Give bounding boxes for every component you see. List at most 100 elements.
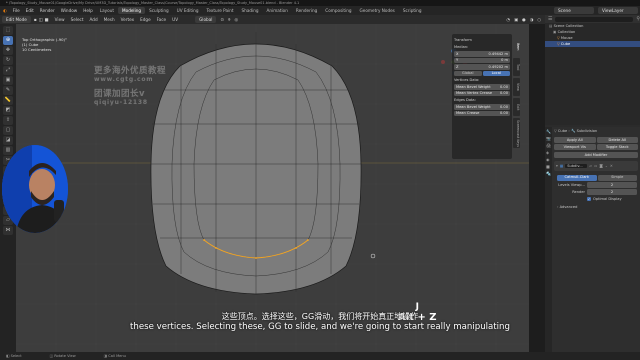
- shading-material-icon[interactable]: ◑: [528, 17, 536, 22]
- mode-selector[interactable]: Edit Mode: [2, 16, 31, 23]
- menu-add[interactable]: Add: [87, 17, 101, 22]
- 3d-viewport[interactable]: Top Orthographic (-90)° (1) Cube 10 Cent…: [16, 24, 529, 352]
- measure-tool-icon[interactable]: 📏: [3, 96, 13, 105]
- render-levels-field[interactable]: 2: [587, 189, 637, 195]
- tab-uv-editing[interactable]: UV Editing: [173, 7, 203, 14]
- collapse-arrow-icon[interactable]: ▾: [556, 164, 558, 168]
- loop-cut-tool-icon[interactable]: ▥: [3, 146, 13, 155]
- menu-uv[interactable]: UV: [169, 17, 181, 22]
- extrude-tool-icon[interactable]: ⇧: [3, 116, 13, 125]
- tab-edit[interactable]: Edit: [513, 98, 520, 116]
- tab-modeling[interactable]: Modeling: [118, 7, 146, 14]
- rip-region-tool-icon[interactable]: ⋈: [3, 226, 13, 235]
- inset-tool-icon[interactable]: ▢: [3, 126, 13, 135]
- scene-tab-icon[interactable]: ◈: [546, 150, 551, 155]
- optimal-display-checkbox[interactable]: ✓: [587, 197, 591, 201]
- tab-animation[interactable]: Animation: [263, 7, 292, 14]
- catmull-clark-button[interactable]: Catmull-Clark: [557, 175, 597, 181]
- transform-header[interactable]: Transform: [454, 38, 510, 43]
- rotate-tool-icon[interactable]: ↻: [3, 56, 13, 65]
- presenter-webcam: [2, 145, 68, 233]
- dropdown-icon[interactable]: ⌄: [605, 164, 608, 168]
- shading-rendered-icon[interactable]: ○: [535, 17, 545, 22]
- scene-selector[interactable]: Scene: [554, 7, 594, 14]
- median-x-field[interactable]: X 0.49442 m: [454, 51, 510, 57]
- render-toggle-icon[interactable]: ◙: [599, 164, 603, 168]
- tab-sculpting[interactable]: Sculpting: [145, 7, 173, 14]
- menu-render[interactable]: Render: [37, 8, 58, 13]
- cursor-tool-icon[interactable]: ⊕: [3, 36, 13, 45]
- render-tab-icon[interactable]: 📷: [546, 136, 551, 141]
- outliner-display-icon[interactable]: ☰: [548, 16, 552, 22]
- menu-help[interactable]: Help: [80, 8, 96, 13]
- close-icon[interactable]: ✕: [610, 164, 613, 168]
- xray-icon[interactable]: ▣: [512, 17, 520, 22]
- tab-rendering[interactable]: Rendering: [292, 7, 321, 14]
- modifier-name-field[interactable]: Subdiv...: [565, 164, 588, 168]
- menu-vertex[interactable]: Vertex: [118, 17, 137, 22]
- tab-view[interactable]: View: [513, 78, 520, 96]
- annotate-tool-icon[interactable]: ✎: [3, 86, 13, 95]
- menu-file[interactable]: File: [10, 8, 23, 13]
- tab-compositing[interactable]: Compositing: [321, 7, 355, 14]
- scale-tool-icon[interactable]: ⤢: [3, 66, 13, 75]
- add-modifier-button[interactable]: Add Modifier: [554, 152, 638, 158]
- simple-button[interactable]: Simple: [597, 175, 637, 181]
- viewlayer-selector[interactable]: ViewLayer: [598, 7, 638, 14]
- tab-geometry-nodes[interactable]: Geometry Nodes: [356, 7, 399, 14]
- filter-icon[interactable]: ⚲: [636, 16, 640, 22]
- mean-bevel-weight-edge[interactable]: Mean Bevel Weight 0.00: [454, 104, 510, 110]
- tab-screencast-keys[interactable]: Screencast Keys: [513, 118, 520, 148]
- menu-edit[interactable]: Edit: [23, 8, 37, 13]
- overlay-icon[interactable]: ◔: [504, 17, 512, 22]
- menu-window[interactable]: Window: [58, 8, 81, 13]
- move-tool-icon[interactable]: ✥: [3, 46, 13, 55]
- viewport-vis-button[interactable]: Viewport Vis: [554, 144, 596, 150]
- tab-item[interactable]: Item: [513, 38, 520, 56]
- mesh-object[interactable]: [150, 32, 362, 295]
- apply-all-button[interactable]: Apply All: [554, 137, 596, 143]
- shading-solid-icon[interactable]: ●: [520, 17, 528, 22]
- menu-view[interactable]: View: [52, 17, 68, 22]
- blender-logo-icon[interactable]: ◐: [0, 8, 10, 13]
- transform-tool-icon[interactable]: ▣: [3, 76, 13, 85]
- local-button[interactable]: Local: [482, 70, 510, 76]
- viewport-toggle-icon[interactable]: ▭: [594, 164, 597, 168]
- median-y-field[interactable]: Y0 m: [454, 57, 510, 63]
- world-tab-icon[interactable]: ◉: [546, 157, 551, 162]
- add-cube-tool-icon[interactable]: ◩: [3, 106, 13, 115]
- tool-tab-icon[interactable]: 🔧: [546, 129, 551, 134]
- transform-orientation-selector[interactable]: Global: [195, 16, 217, 23]
- outliner-search-input[interactable]: [555, 16, 634, 22]
- delete-all-button[interactable]: Delete All: [596, 137, 638, 143]
- menu-face[interactable]: Face: [154, 17, 169, 22]
- mean-crease[interactable]: Mean Crease 0.00: [454, 110, 510, 116]
- tab-shading[interactable]: Shading: [238, 7, 263, 14]
- mean-bevel-weight-vert[interactable]: Mean Bevel Weight 0.00: [454, 84, 510, 90]
- watermark: 更多海外优质教程 www.cgtg.com 团课加团长v qiqiyu-1213…: [94, 64, 166, 106]
- toggle-stack-button[interactable]: Toggle Stack: [596, 144, 638, 150]
- tab-tool[interactable]: Tool: [513, 58, 520, 76]
- median-label: Median:: [454, 45, 469, 49]
- menu-select[interactable]: Select: [68, 17, 87, 22]
- mean-vertex-crease[interactable]: Mean Vertex Crease 0.00: [454, 90, 510, 96]
- median-z-field[interactable]: Z 0.49202 m: [454, 64, 510, 70]
- global-button[interactable]: Global: [454, 70, 482, 76]
- tab-texture-paint[interactable]: Texture Paint: [203, 7, 238, 14]
- proportional-edit-icon[interactable]: ◎: [232, 17, 240, 22]
- tab-scripting[interactable]: Scripting: [399, 7, 426, 14]
- outliner-row-cube[interactable]: ▽ Cube: [545, 41, 640, 47]
- levels-viewport-field[interactable]: 2: [587, 182, 637, 188]
- object-tab-icon[interactable]: ■: [546, 164, 551, 169]
- advanced-subpanel[interactable]: › Advanced: [557, 205, 637, 209]
- select-box-tool-icon[interactable]: ⬚: [3, 26, 13, 35]
- bevel-tool-icon[interactable]: ◪: [3, 136, 13, 145]
- pivot-icon[interactable]: ⊙: [218, 17, 226, 22]
- menu-edge[interactable]: Edge: [137, 17, 154, 22]
- edit-mode-toggle-icon[interactable]: ▱: [589, 164, 592, 168]
- tab-layout[interactable]: Layout: [96, 7, 118, 14]
- modifier-tab-icon[interactable]: 🔩: [546, 171, 551, 176]
- menu-mesh[interactable]: Mesh: [101, 17, 118, 22]
- face-select-icon[interactable]: ■: [44, 17, 52, 22]
- output-tab-icon[interactable]: 🖨: [546, 143, 551, 148]
